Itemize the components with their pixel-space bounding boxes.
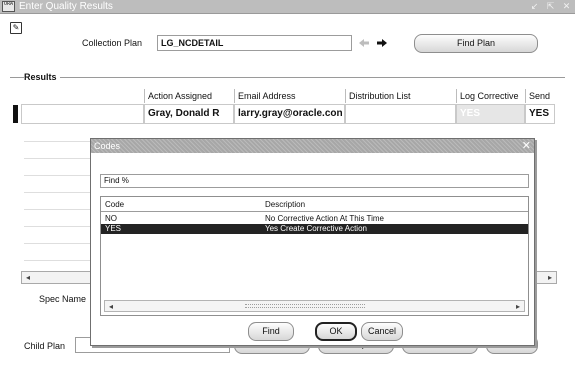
cell-send[interactable]: YES bbox=[525, 104, 555, 124]
list-item-code: YES bbox=[105, 224, 122, 233]
codes-list-scrollbar[interactable]: ◂ ▸ bbox=[104, 300, 525, 312]
dialog-close-icon[interactable]: ✕ bbox=[522, 140, 531, 152]
current-record-indicator bbox=[13, 105, 18, 123]
minimize-icon[interactable]: ↙ bbox=[529, 1, 540, 12]
list-item-no[interactable]: NO No Corrective Action At This Time bbox=[101, 214, 528, 224]
code-column-header: Code bbox=[105, 200, 125, 209]
collection-plan-label: Collection Plan bbox=[82, 38, 143, 48]
column-header-email-address: Email Address bbox=[234, 89, 344, 103]
list-item-code: NO bbox=[105, 214, 117, 223]
column-header-action-assigned: Action Assigned bbox=[144, 89, 233, 103]
scroll-right-icon[interactable]: ▸ bbox=[544, 272, 556, 283]
cell-action-assigned[interactable]: Gray, Donald R bbox=[144, 104, 234, 124]
list-item-description: Yes Create Corrective Action bbox=[265, 224, 367, 233]
codes-list-header: Code Description bbox=[101, 200, 528, 210]
scroll-left-icon[interactable]: ◂ bbox=[105, 301, 117, 312]
collection-plan-field[interactable]: LG_NCDETAIL bbox=[157, 35, 352, 51]
column-header-send: Send bbox=[525, 89, 552, 103]
dialog-cancel-button[interactable]: Cancel bbox=[361, 322, 403, 341]
lov-back-arrow-icon[interactable] bbox=[357, 37, 371, 49]
maximize-icon[interactable]: ⇱ bbox=[545, 1, 556, 12]
codes-dialog-title: Codes bbox=[94, 141, 121, 151]
find-plan-button[interactable]: Find Plan bbox=[414, 34, 538, 53]
list-item-yes[interactable]: YES Yes Create Corrective Action bbox=[101, 224, 528, 234]
list-header-divider bbox=[101, 211, 528, 212]
codes-list: Code Description NO No Corrective Action… bbox=[100, 196, 529, 316]
find-button[interactable]: Find bbox=[248, 322, 294, 341]
results-divider bbox=[60, 77, 565, 78]
spec-name-label: Spec Name bbox=[39, 294, 87, 304]
codes-find-input[interactable]: Find % bbox=[100, 174, 529, 188]
window-title: Enter Quality Results bbox=[19, 1, 113, 12]
description-column-header: Description bbox=[265, 200, 306, 209]
list-item-description: No Corrective Action At This Time bbox=[265, 214, 385, 223]
results-section-label: Results bbox=[24, 72, 57, 82]
cell-email-address[interactable]: larry.gray@oracle.con bbox=[234, 104, 345, 124]
scroll-right-icon[interactable]: ▸ bbox=[512, 301, 524, 312]
scroll-thumb[interactable] bbox=[245, 304, 365, 308]
scroll-left-icon[interactable]: ◂ bbox=[22, 272, 34, 283]
cell-distribution-list[interactable] bbox=[345, 104, 456, 124]
dialog-ok-button[interactable]: OK bbox=[315, 322, 357, 341]
column-header-distribution-list: Distribution List bbox=[345, 89, 455, 103]
lov-forward-arrow-icon[interactable] bbox=[375, 37, 389, 49]
results-divider-left bbox=[10, 77, 24, 78]
cell-log-corrective[interactable]: YES bbox=[456, 104, 525, 124]
table-row-leading-cell[interactable] bbox=[21, 104, 144, 124]
app-icon: ORA bbox=[2, 1, 15, 12]
codes-dialog-title-bar bbox=[91, 139, 534, 153]
child-plan-label: Child Plan bbox=[24, 341, 66, 351]
new-record-icon[interactable]: ✎ bbox=[10, 22, 22, 34]
close-icon[interactable]: ✕ bbox=[561, 1, 572, 12]
column-header-log-corrective: Log Corrective bbox=[456, 89, 524, 103]
codes-dialog: Codes ✕ Find % Code Description NO No Co… bbox=[90, 138, 535, 346]
